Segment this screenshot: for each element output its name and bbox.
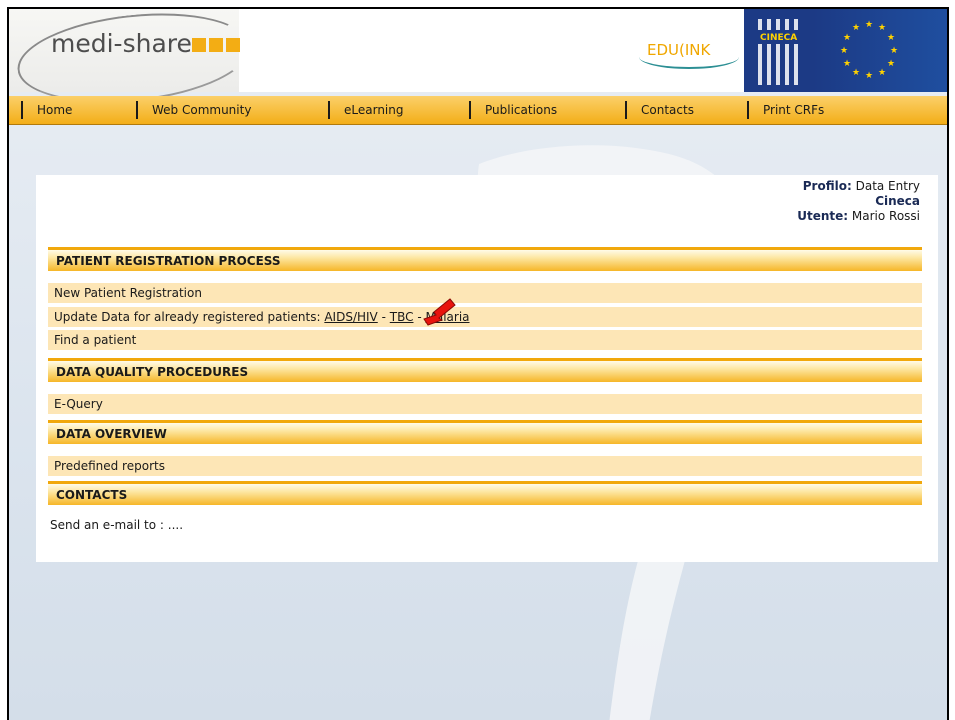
update-data-label: Update Data for already registered patie… xyxy=(54,310,321,324)
medi-share-logo[interactable]: medi-share xyxy=(9,9,255,113)
nav-home[interactable]: Home xyxy=(21,101,72,119)
browser-frame: medi-share EDU(INK CINECA ★ ★ ★ ★ ★ ★ ★ … xyxy=(7,7,949,720)
nav-publications[interactable]: Publications xyxy=(469,101,557,119)
red-arrow-icon xyxy=(423,298,456,326)
update-data-row: Update Data for already registered patie… xyxy=(48,306,922,327)
edulink-logo[interactable]: EDU(INK xyxy=(647,41,710,59)
section-header-registration: PATIENT REGISTRATION PROCESS xyxy=(48,247,922,271)
email-contact-text: Send an e-mail to : .... xyxy=(50,518,184,532)
e-query-link[interactable]: E-Query xyxy=(48,393,922,414)
find-patient-link[interactable]: Find a patient xyxy=(48,329,922,350)
cineca-bars-icon xyxy=(758,19,802,85)
new-patient-registration-link[interactable]: New Patient Registration xyxy=(48,282,922,303)
nav-elearning[interactable]: eLearning xyxy=(328,101,403,119)
main-nav: Home Web Community eLearning Publication… xyxy=(9,96,947,125)
nav-web-community[interactable]: Web Community xyxy=(136,101,251,119)
site-header: medi-share EDU(INK CINECA ★ ★ ★ ★ ★ ★ ★ … xyxy=(9,9,947,113)
logo-text: medi-share xyxy=(51,29,192,58)
link-tbc[interactable]: TBC xyxy=(390,310,414,324)
eu-stars-icon: ★ ★ ★ ★ ★ ★ ★ ★ ★ ★ ★ ★ xyxy=(840,20,899,81)
user-profile: Profilo: Data Entry Cineca Utente: Mario… xyxy=(797,179,920,224)
nav-contacts[interactable]: Contacts xyxy=(625,101,694,119)
section-header-quality: DATA QUALITY PROCEDURES xyxy=(48,358,922,382)
nav-print-crfs[interactable]: Print CRFs xyxy=(747,101,824,119)
eu-flag-logo: ★ ★ ★ ★ ★ ★ ★ ★ ★ ★ ★ ★ xyxy=(813,9,947,92)
organization-name: Cineca xyxy=(875,194,920,208)
content-panel: Profilo: Data Entry Cineca Utente: Mario… xyxy=(36,175,938,562)
user-name: Mario Rossi xyxy=(851,209,920,223)
cineca-logo[interactable]: CINECA xyxy=(744,9,813,92)
section-header-contacts: CONTACTS xyxy=(48,481,922,505)
logo-blocks-icon xyxy=(192,38,240,52)
cineca-label: CINECA xyxy=(760,33,798,43)
user-label: Utente: xyxy=(797,209,849,223)
profile-value: Data Entry xyxy=(855,179,920,193)
predefined-reports-link[interactable]: Predefined reports xyxy=(48,455,922,476)
section-header-overview: DATA OVERVIEW xyxy=(48,420,922,444)
profile-label: Profilo: xyxy=(802,179,852,193)
separator: - xyxy=(381,310,386,324)
link-aids-hiv[interactable]: AIDS/HIV xyxy=(324,310,377,324)
